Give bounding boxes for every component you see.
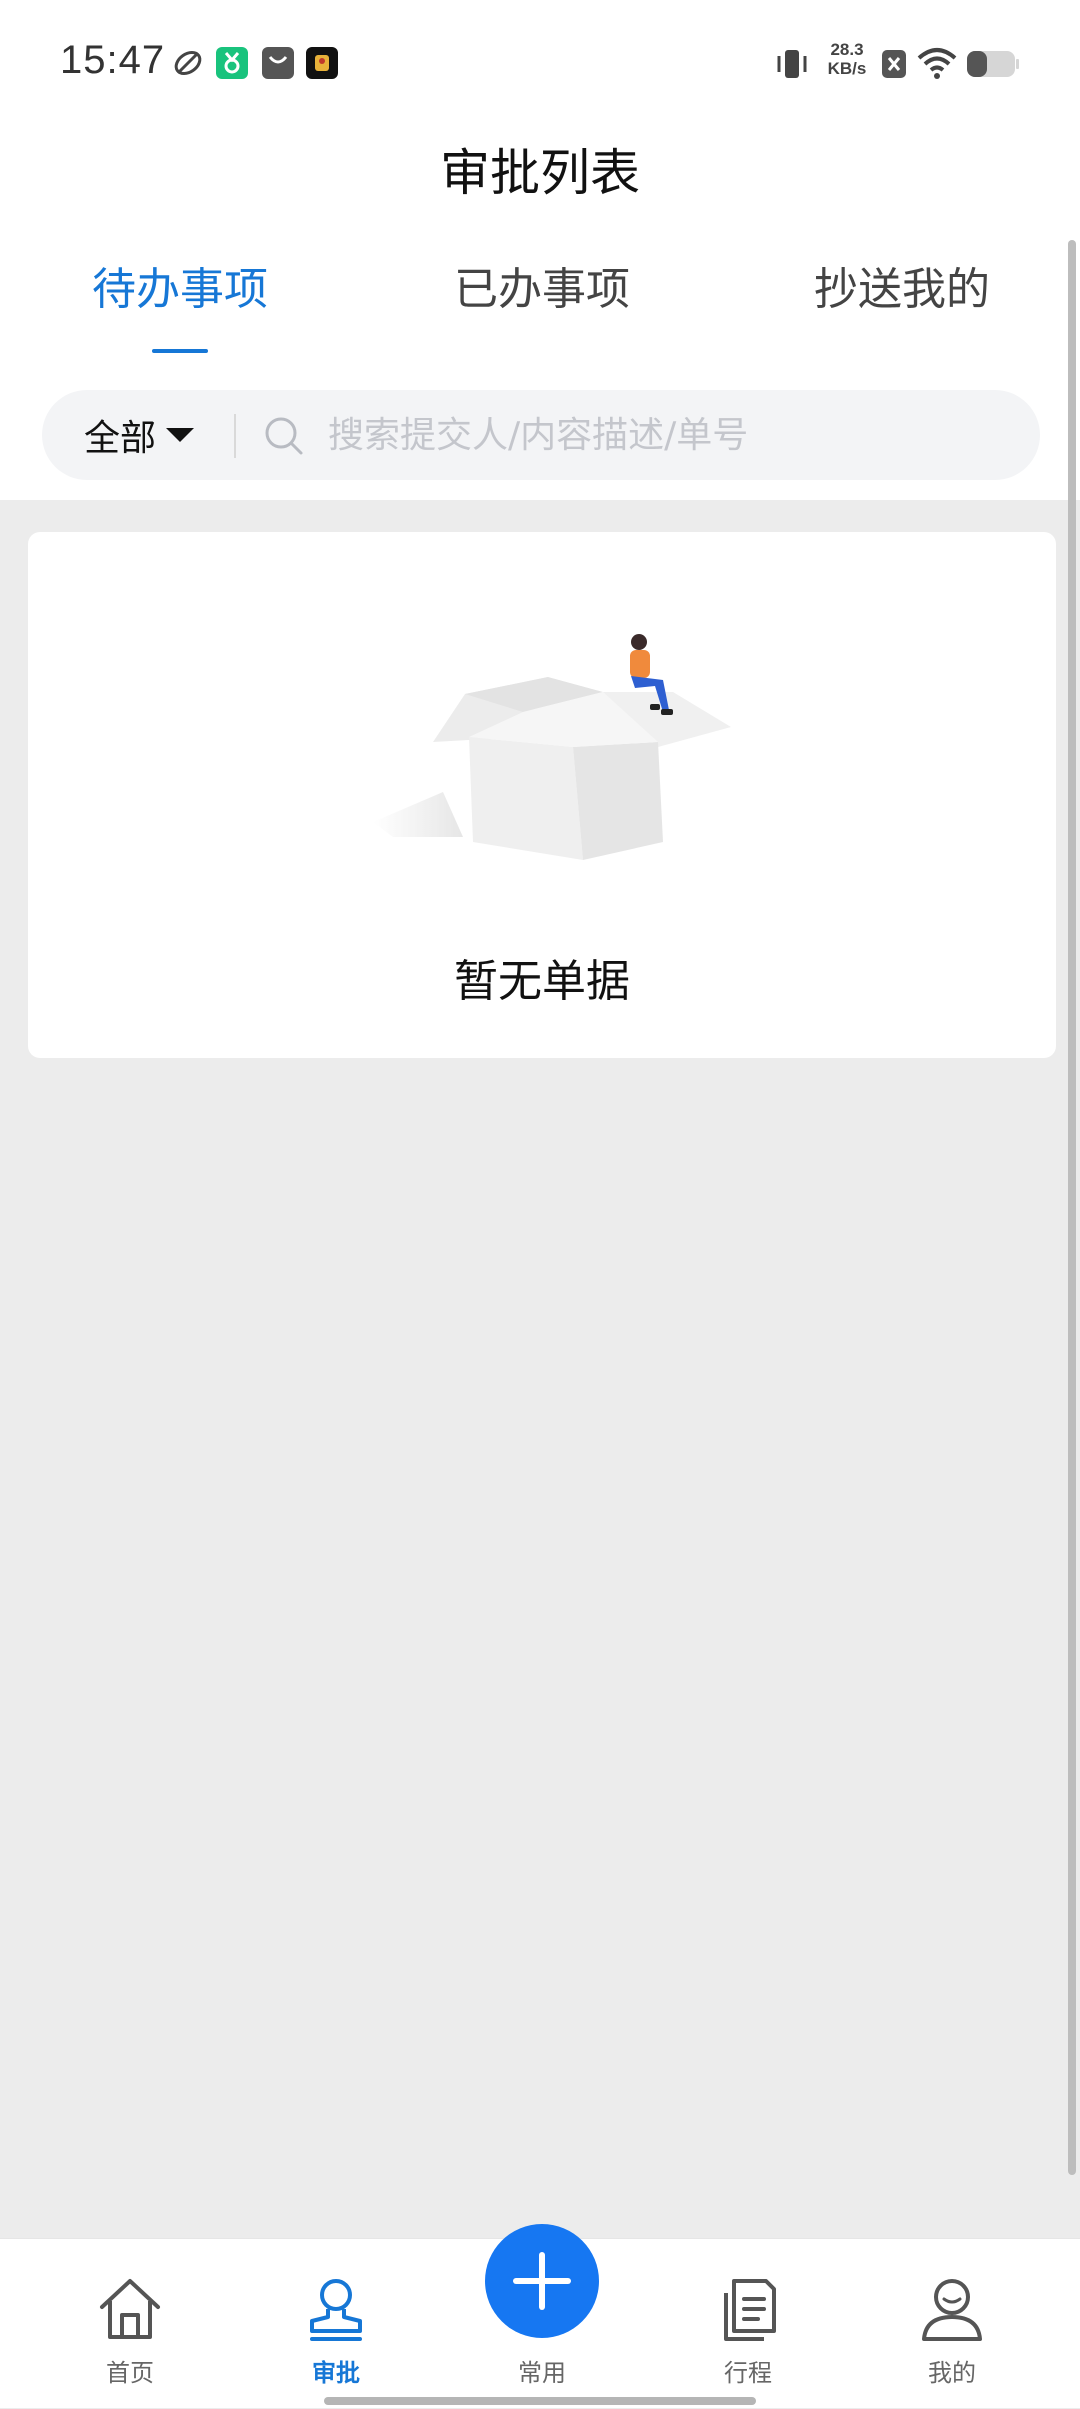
bag-icon: [262, 47, 294, 79]
nav-item-mine[interactable]: 我的: [872, 2239, 1032, 2409]
home-indicator[interactable]: [324, 2397, 756, 2405]
empty-state-card: 暂无单据: [28, 532, 1056, 1058]
divider: [234, 414, 236, 458]
nav-label-mine: 我的: [928, 2359, 976, 2387]
vibrate-icon: [777, 50, 807, 78]
page-title: 审批列表: [440, 144, 640, 202]
network-speed: 28.3 KB/s: [822, 40, 872, 78]
network-speed-value: 28.3: [830, 40, 864, 59]
search-icon: [265, 417, 303, 455]
nav-label-trips: 行程: [724, 2359, 772, 2387]
approve-stamp-icon: [310, 2279, 362, 2341]
search-input[interactable]: [326, 400, 1016, 470]
user-icon: [922, 2279, 982, 2341]
tab-done[interactable]: 已办事项: [412, 262, 672, 352]
scrollbar[interactable]: [1068, 240, 1076, 2175]
app-icon: [174, 51, 202, 75]
tab-cc-me[interactable]: 抄送我的: [772, 262, 1032, 352]
battery-icon: [967, 51, 1019, 77]
nav-label-home: 首页: [106, 2359, 154, 2387]
wifi-icon: [917, 48, 957, 79]
plus-icon: [513, 2252, 571, 2310]
caret-down-icon: [166, 428, 195, 442]
network-speed-unit: KB/s: [827, 59, 867, 78]
filter-selected-label: 全部: [84, 418, 157, 459]
wechat-icon: [216, 47, 248, 79]
nav-label-approval: 审批: [312, 2359, 360, 2387]
nav-label-common: 常用: [518, 2359, 566, 2387]
header: 审批列表: [0, 128, 1080, 238]
empty-state-message: 暂无单据: [454, 956, 630, 1007]
notification-off-icon: [882, 50, 906, 78]
search-bar: 全部: [42, 390, 1040, 480]
active-tab-indicator: [152, 349, 208, 353]
home-icon: [100, 2279, 160, 2339]
nav-item-home[interactable]: 首页: [50, 2239, 210, 2409]
status-bar: 15:47 28.3 KB/s: [0, 0, 1080, 128]
nav-item-approval[interactable]: 审批: [256, 2239, 416, 2409]
filter-row: 全部: [0, 368, 1080, 500]
filter-dropdown[interactable]: 全部: [84, 390, 195, 480]
document-icon: [724, 2279, 776, 2341]
tab-pending[interactable]: 待办事项: [50, 262, 310, 352]
empty-box-illustration: [373, 634, 731, 860]
add-fab-button[interactable]: [485, 2224, 599, 2338]
nav-item-trips[interactable]: 行程: [668, 2239, 828, 2409]
status-time: 15:47: [60, 38, 166, 82]
app-icon: [306, 47, 338, 79]
